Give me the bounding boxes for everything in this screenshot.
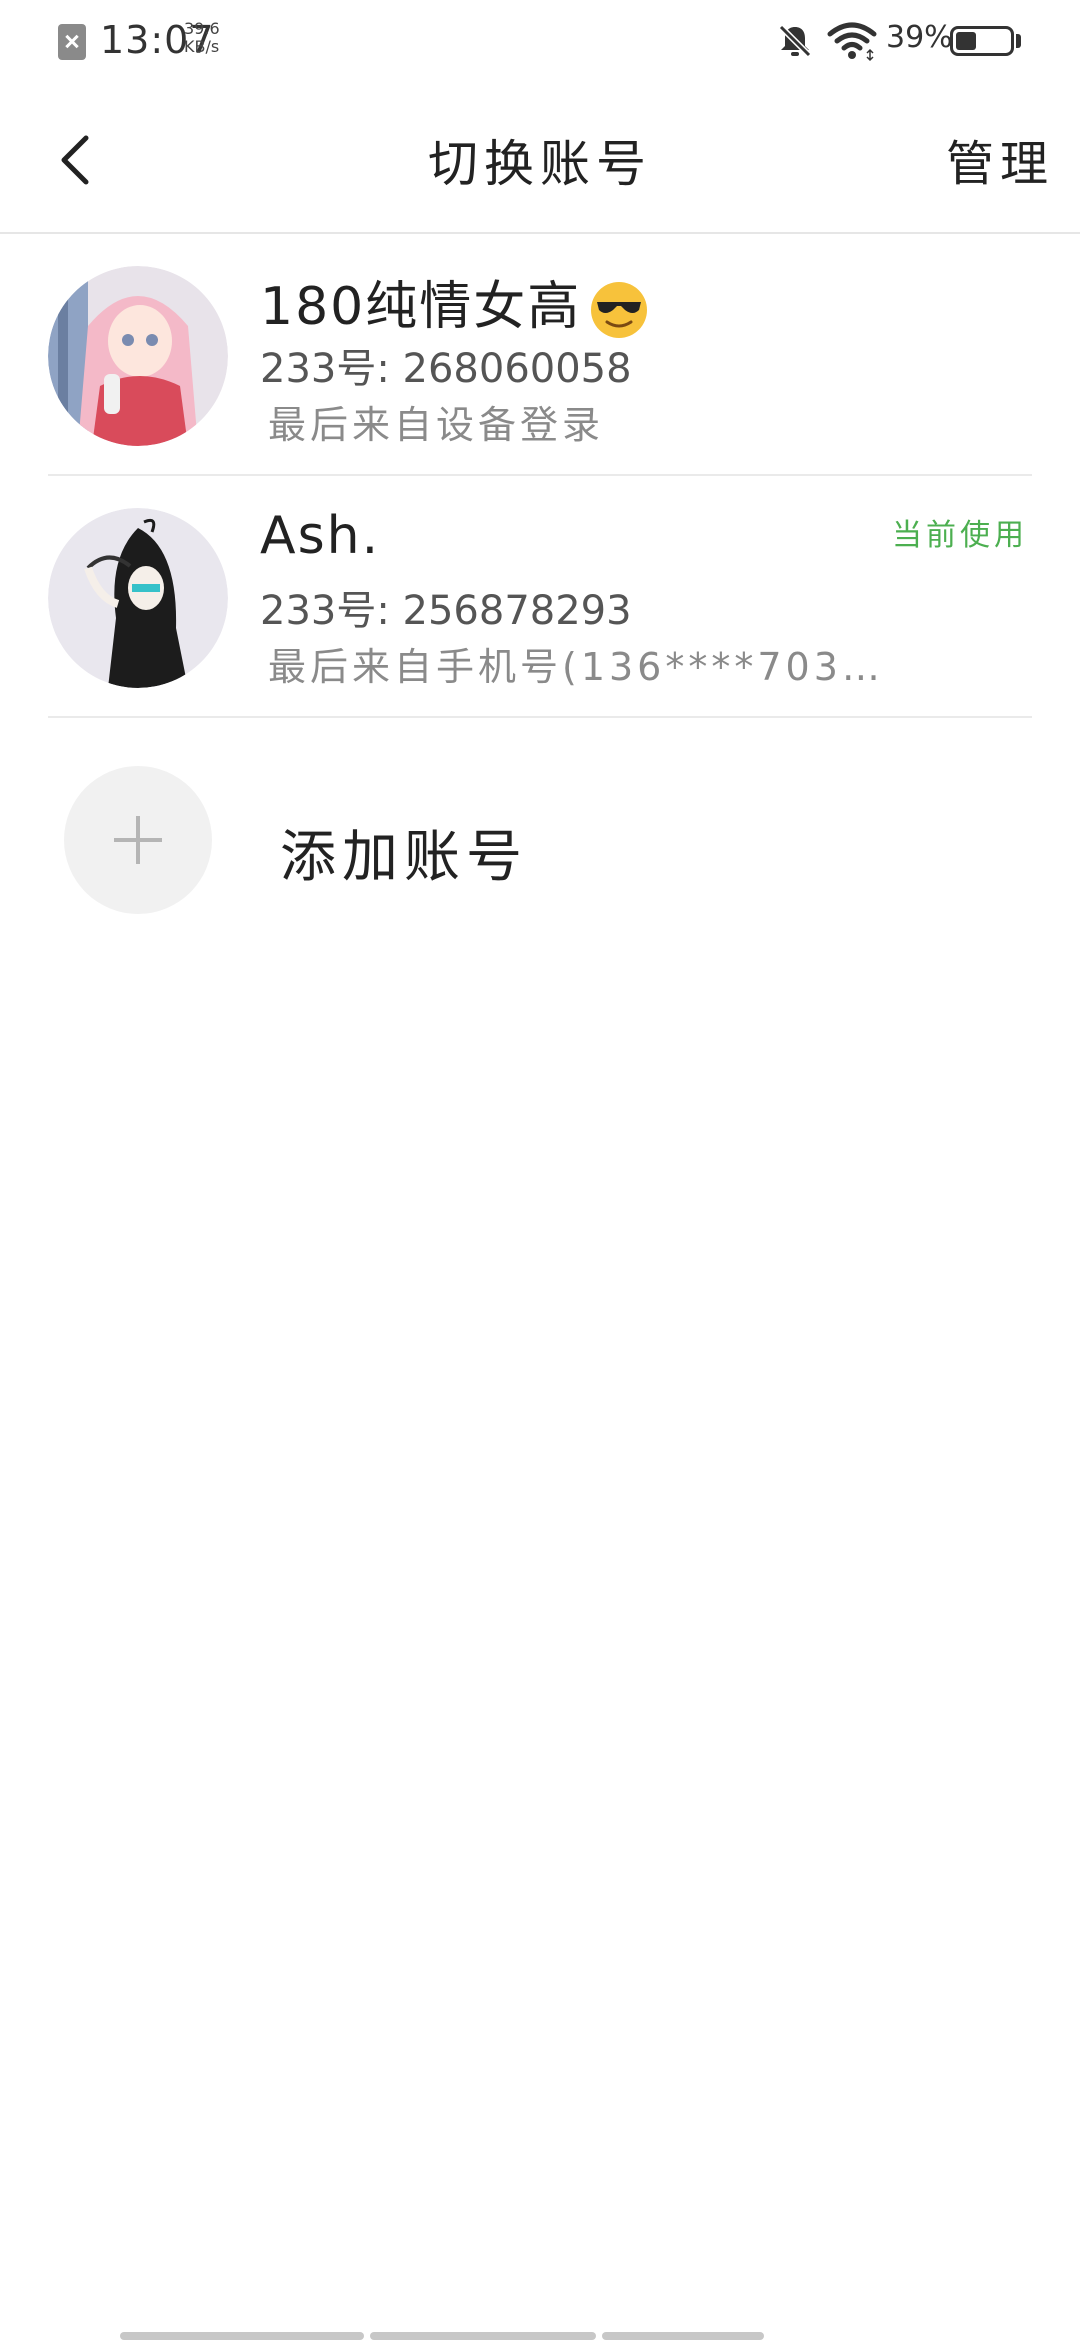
gesture-bar-segment xyxy=(370,2332,596,2340)
battery-percent: 39% xyxy=(886,20,953,55)
add-account-label: 添加账号 xyxy=(280,825,528,890)
network-speed: 39.6 KB/s xyxy=(184,20,244,56)
plus-icon xyxy=(64,766,212,914)
account-name-text: 180纯情女高 xyxy=(260,277,582,337)
battery-tip xyxy=(1016,34,1021,48)
account-name: Ash. xyxy=(260,506,381,566)
current-account-badge: 当前使用 xyxy=(892,518,1028,553)
account-id: 233号: 256878293 xyxy=(260,588,632,634)
avatar xyxy=(48,508,228,688)
status-bar: 13:07 39.6 KB/s 39% xyxy=(0,0,1080,84)
account-item[interactable]: 180纯情女高 233号: 268060058 最后来自设备登录 xyxy=(48,236,1032,476)
avatar xyxy=(48,266,228,446)
gesture-bar-segment xyxy=(602,2332,764,2340)
sunglasses-emoji-icon xyxy=(591,282,648,338)
page-title: 切换账号 xyxy=(428,135,652,193)
switch-account-screen: 13:07 39.6 KB/s 39% 切换账号 管理 180纯情女高 233号… xyxy=(0,0,1080,2340)
account-name: 180纯情女高 xyxy=(260,264,649,340)
wifi-icon xyxy=(827,22,877,62)
account-last-login: 最后来自设备登录 xyxy=(268,403,605,447)
battery-icon xyxy=(950,26,1014,56)
gesture-bar-segment xyxy=(120,2332,364,2340)
account-last-login: 最后来自手机号(136****7034)··· xyxy=(268,645,908,689)
network-speed-value: 39.6 xyxy=(184,19,220,38)
add-account-button[interactable]: 添加账号 xyxy=(48,748,1032,928)
navigation-gesture-bar xyxy=(120,2328,960,2340)
account-id: 233号: 268060058 xyxy=(260,346,632,392)
battery-fill xyxy=(956,32,976,50)
header: 切换账号 管理 xyxy=(0,84,1080,234)
bell-off-icon xyxy=(778,24,812,58)
account-item[interactable]: Ash. 当前使用 233号: 256878293 最后来自手机号(136***… xyxy=(48,478,1032,718)
no-sim-icon xyxy=(58,24,86,60)
manage-button[interactable]: 管理 xyxy=(946,124,1054,194)
network-speed-unit: KB/s xyxy=(184,37,220,56)
